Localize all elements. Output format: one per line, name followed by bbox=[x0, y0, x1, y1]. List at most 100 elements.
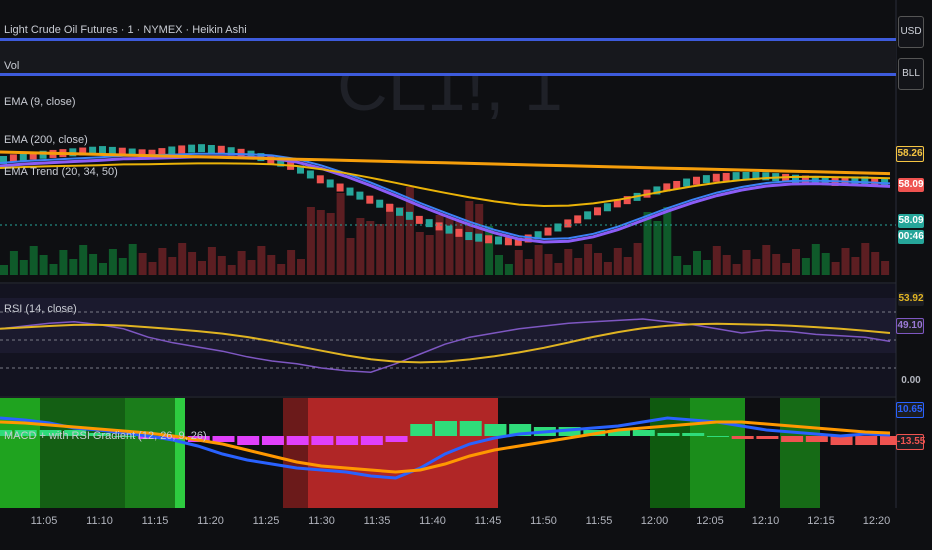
macd-histogram-bar bbox=[657, 433, 680, 436]
volume-bar bbox=[316, 210, 325, 275]
volume-bar bbox=[782, 263, 791, 275]
heikin-ashi-candle bbox=[316, 175, 324, 184]
volume-bar bbox=[495, 255, 503, 275]
heikin-ashi-candle bbox=[326, 179, 334, 188]
volume-bar bbox=[326, 213, 335, 275]
time-tick-label: 11:25 bbox=[252, 515, 280, 527]
volume-bar bbox=[673, 256, 682, 275]
volume-bar bbox=[198, 261, 206, 275]
heikin-ashi-candle bbox=[336, 183, 344, 192]
volume-bar bbox=[386, 204, 395, 275]
volume-bar bbox=[217, 256, 226, 275]
macd-zero-tag: 0.00 bbox=[901, 375, 921, 386]
macd-histogram-bar bbox=[311, 436, 334, 445]
volume-bar bbox=[841, 248, 850, 275]
volume-bar bbox=[653, 221, 662, 275]
volume-bar bbox=[128, 244, 137, 275]
volume-bar bbox=[425, 235, 434, 275]
volume-bar bbox=[396, 207, 404, 275]
macd-histogram-bar bbox=[261, 436, 284, 445]
heikin-ashi-candle bbox=[683, 178, 691, 187]
macd-rsi-gradient-bg bbox=[175, 398, 185, 508]
heikin-ashi-candle bbox=[306, 170, 314, 179]
volume-bar bbox=[9, 251, 18, 275]
heikin-ashi-candle bbox=[99, 146, 106, 155]
ema200-legend[interactable]: EMA (200, close) bbox=[4, 134, 88, 146]
volume-bar bbox=[79, 245, 88, 275]
level-band bbox=[0, 41, 896, 73]
heikin-ashi-candle bbox=[465, 232, 473, 241]
volume-bar bbox=[514, 250, 523, 275]
macd-histogram-bar bbox=[435, 421, 457, 436]
chart-canvas: CL1!, 1 bbox=[0, 0, 932, 550]
macd-histogram-bar bbox=[212, 436, 235, 442]
volume-bar bbox=[148, 262, 157, 275]
volume-bar bbox=[99, 263, 107, 275]
volume-bar bbox=[247, 260, 256, 275]
ema-ribbon-legend[interactable]: EMA Trend (20, 34, 50) bbox=[4, 166, 118, 178]
volume-bar bbox=[39, 255, 48, 275]
heikin-ashi-candle bbox=[732, 172, 740, 181]
volume-legend[interactable]: Vol bbox=[4, 60, 19, 72]
volume-bar bbox=[871, 252, 880, 275]
volume-bar bbox=[594, 253, 602, 275]
heikin-ashi-candle bbox=[594, 207, 601, 216]
volume-bar bbox=[831, 262, 840, 275]
rsi-ma-tag: 53.92 bbox=[898, 292, 924, 306]
volume-bar bbox=[762, 245, 771, 275]
volume-bar bbox=[29, 246, 38, 275]
price-tag-3: 58.09 bbox=[898, 214, 924, 228]
heikin-ashi-candle bbox=[207, 144, 215, 153]
volume-bar bbox=[772, 254, 781, 275]
volume-bar bbox=[861, 243, 870, 275]
heikin-ashi-candle bbox=[584, 211, 592, 220]
currency-usd-tag[interactable]: USD bbox=[898, 16, 924, 48]
macd-histogram-bar bbox=[237, 436, 260, 445]
volume-bar bbox=[346, 238, 355, 275]
volume-bar bbox=[118, 258, 127, 275]
rsi-legend[interactable]: RSI (14, close) bbox=[4, 303, 77, 315]
macd-rsi-gradient-bg bbox=[0, 398, 40, 508]
macd-histogram-bar bbox=[385, 436, 408, 442]
volume-bar bbox=[564, 249, 573, 275]
blue-level-line bbox=[0, 73, 896, 76]
volume-bar bbox=[188, 252, 197, 275]
time-tick-label: 11:10 bbox=[86, 515, 113, 527]
ema9-legend[interactable]: EMA (9, close) bbox=[4, 96, 76, 108]
volume-bar bbox=[237, 251, 246, 275]
macd-legend[interactable]: MACD + with RSI Gradient (12, 26, 9, 26) bbox=[4, 430, 207, 442]
time-tick-label: 11:55 bbox=[585, 515, 613, 527]
volume-bar bbox=[504, 264, 513, 275]
volume-bar bbox=[811, 244, 820, 275]
symbol-legend[interactable]: Light Crude Oil Futures · 1 · NYMEX · He… bbox=[4, 24, 247, 36]
heikin-ashi-candle bbox=[455, 228, 463, 237]
heikin-ashi-candle bbox=[564, 219, 572, 228]
heikin-ashi-candle bbox=[356, 191, 364, 200]
heikin-ashi-candle bbox=[366, 195, 374, 204]
volume-bar bbox=[59, 250, 68, 275]
macd-rsi-gradient-bg bbox=[780, 398, 820, 508]
heikin-ashi-candle bbox=[188, 144, 196, 153]
volume-bar bbox=[584, 244, 593, 275]
macd-histogram-bar bbox=[855, 436, 878, 445]
heikin-ashi-candle bbox=[386, 203, 394, 212]
unit-bll-tag[interactable]: BLL bbox=[898, 58, 924, 90]
volume-bar bbox=[722, 255, 731, 275]
time-tick-label: 12:20 bbox=[862, 515, 891, 527]
macd-histogram-bar bbox=[805, 436, 828, 442]
volume-bar bbox=[801, 258, 810, 275]
price-tag-2: 58.09 bbox=[898, 178, 924, 192]
volume-bar bbox=[693, 251, 701, 275]
heikin-ashi-candle bbox=[445, 225, 453, 234]
volume-bar bbox=[227, 265, 236, 275]
volume-bar bbox=[613, 248, 622, 275]
volume-bar bbox=[415, 232, 424, 275]
volume-bar bbox=[69, 259, 78, 275]
macd-histogram-bar bbox=[286, 436, 309, 445]
heikin-ashi-candle bbox=[712, 173, 720, 182]
volume-bar bbox=[178, 243, 187, 275]
volume-bar bbox=[168, 257, 177, 275]
volume-bar bbox=[752, 259, 761, 275]
time-tick-label: 12:00 bbox=[640, 515, 669, 527]
heikin-ashi-candle bbox=[376, 199, 384, 208]
